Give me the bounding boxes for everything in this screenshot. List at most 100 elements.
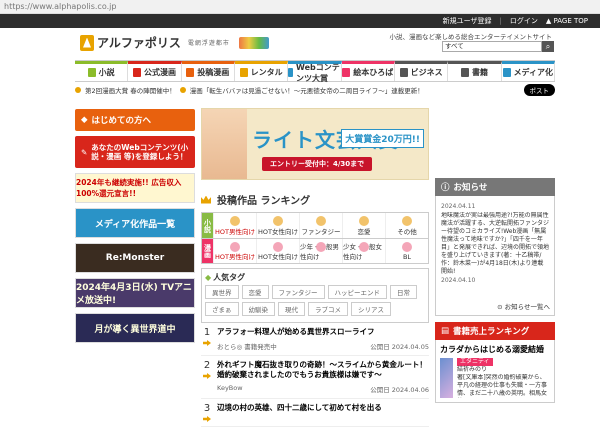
first-time-button[interactable]: ◆ はじめての方へ [75,109,195,131]
search-category-select[interactable]: すべて [442,41,542,52]
tag-row: 異世界 恋愛 ファンタジー ハッピーエンド 日常 [205,285,425,299]
nav-item-8[interactable]: メディア化 [501,61,555,81]
tag-link[interactable]: 恋愛 [241,285,269,299]
news-date: 2024.04.11 [441,203,476,210]
pagetop-link[interactable]: ▲ PAGE TOP [546,17,588,25]
ranking-tab[interactable]: HOT女性向け [256,213,299,238]
label-badge: エタニティ [456,358,493,366]
book-desc: 著[文庫本]突然の婚約破棄から、平凡の経理の仕事も失職・一方事情、まだ二十八歳の… [456,374,547,397]
nav-item-5[interactable]: 絵本ひろば [341,61,395,81]
ranking-tab[interactable]: 少女・一般女性向け [342,239,385,263]
nav-item-4[interactable]: Webコンテンツ大賞 [288,61,342,83]
genre-icon [316,216,326,226]
ranking-tab-label: BL [402,253,412,261]
ranking-tab[interactable]: BL [385,239,428,263]
news-text[interactable]: 地味魔法が実は最強用途?!万能の無属性魔法が活躍する、大逆転開拓ファンタジー待望… [441,212,549,274]
nav-icon [342,68,351,77]
nav-icon [288,68,294,77]
center-column: ライト文芸大賞 大賞賞金20万円!! エントリー受付中：4/30まで 投稿作品 … [201,108,429,427]
book-cover[interactable] [440,358,453,398]
x-post-button[interactable]: ポスト [523,84,555,96]
book-author[interactable]: 結祈みのり [457,366,550,374]
notice-link-2[interactable]: 漫画「転生ババァは見過ごせない！〜元悪徳女帝の二周目ライフ〜」連載更新！ [190,85,424,95]
media-list-banner[interactable]: メディア化作品一覧 [75,208,195,238]
tag-link[interactable]: ファンタジー [271,285,325,299]
light-novel-award-banner[interactable]: ライト文芸大賞 大賞賞金20万円!! エントリー受付中：4/30まで [201,108,429,180]
popular-tags: ◆ 人気タグ 異世界 恋愛 ファンタジー ハッピーエンド 日常 ざまぁ 幼馴染 現代 ラブコメ シリ… [201,268,429,323]
banner-illustration [202,109,247,179]
work-title[interactable]: アラフォー料理人が始める異世界スローライフ [217,327,429,337]
site-header: アルファポリス 電網浮遊都市 小説、漫画など楽しめる総合エンターテイメントサイト… [0,28,600,58]
tag-icon: ◆ [205,273,212,282]
info-icon: ⓘ [441,183,450,193]
tag-link[interactable]: ハッピーエンド [327,285,387,299]
tag-link[interactable]: ラブコメ [308,302,348,316]
ranking-tab[interactable]: ファンタジー [299,213,342,238]
genre-icon [273,242,283,252]
work-meta: KeyBow 公開日 2024.04.06 [217,384,429,394]
nav-label: ビジネス [410,68,443,77]
genre-icon [359,216,369,226]
nav-item-7[interactable]: 書籍 [448,61,502,81]
news-more-link[interactable]: ⊙ お知らせ一覧へ [497,301,550,311]
login-link[interactable]: ログイン [510,16,538,26]
tag-link[interactable]: 日常 [390,285,417,299]
rank-up-icon [203,416,211,422]
work-title[interactable]: 辺境の村の英雄、四十二歳にして初めて村を出る [217,403,429,413]
site-tagline: 小説、漫画など楽しめる総合エンターテイメントサイト [389,33,553,41]
nav-item-3[interactable]: レンタル [234,61,289,81]
register-content-button[interactable]: ✎ あなたのWebコンテンツ(小説・漫画 等)を登録しよう！ [75,136,195,168]
nav-label: メディア化 [513,68,554,77]
rank-number: 1 [201,327,213,351]
work-author[interactable]: KeyBow [217,384,243,394]
nav-item-0[interactable]: 小説 [75,61,129,81]
rank-number: 2 [201,360,213,394]
ranking-heading: 投稿作品 ランキング [201,192,429,212]
anime-banner[interactable]: 2024年4月3日(水) TVアニメ放送中! [75,278,195,308]
tags-heading: ◆ 人気タグ [205,272,425,283]
ranking-tab[interactable]: HOT男性向け [213,213,256,238]
ranking-tab[interactable]: HOT女性向け [256,239,299,263]
site-logo[interactable]: アルファポリス 電網浮遊都市 [80,34,269,51]
nav-item-6[interactable]: ビジネス [394,61,449,81]
tag-link[interactable]: 幼馴染 [241,302,275,316]
rank-number-text: 3 [203,403,211,414]
sales-info: エタニティ 結祈みのり 著[文庫本]突然の婚約破棄から、平凡の経理の仕事も失職・… [456,358,550,398]
novel-tab-row: 小説 HOT男性向け HOT女性向け ファンタジー 恋愛 その他 [202,213,428,238]
sales-book-title[interactable]: カラダからはじめる溺愛結婚 [440,344,550,355]
nav-icon [239,68,248,77]
search-button[interactable]: ⌕ [542,41,554,52]
tag-link[interactable]: 異世界 [205,285,239,299]
url-bar[interactable]: https://www.alphapolis.co.jp [0,0,600,14]
nav-item-1[interactable]: 公式漫画 [128,61,182,81]
work-author[interactable]: おとら◎ 書籍発売中 [217,341,277,351]
work-title[interactable]: 外れギフト魔石抜き取りの奇跡！～スライムから黄金ルート！婚約破棄されましたのでも… [217,360,429,380]
tag-link[interactable]: シリアス [351,302,391,316]
genre-icon [402,242,412,252]
first-time-label: はじめての方へ [91,116,152,126]
ranking-tab[interactable]: 少年・一般男性向け [299,239,342,263]
ranking-item: 2 外れギフト魔石抜き取りの奇跡！～スライムから黄金ルート！婚約破棄されましたので… [201,356,429,399]
ranking-tab[interactable]: 恋愛 [342,213,385,238]
register-content-label: あなたのWebコンテンツ(小説・漫画 等)を登録しよう！ [91,143,189,161]
notice-link-1[interactable]: 第2回漫画大賞 春の陣開催中！ [85,85,176,95]
pencil-icon: ✎ [81,147,88,157]
tsukimichi-banner[interactable]: 月が導く異世界道中 [75,313,195,343]
ranking-tab[interactable]: HOT男性向け [213,239,256,263]
nav-item-2[interactable]: 投稿漫画 [181,61,235,81]
right-column: ⓘ お知らせ 2024.04.11 地味魔法が実は最強用途?!万能の無属性魔法が活… [435,178,555,403]
tag-link[interactable]: 現代 [278,302,305,316]
logo-illustration [238,36,269,49]
re-monster-banner[interactable]: Re:Monster [75,243,195,273]
news-title: お知らせ [453,183,488,193]
ranking-tab[interactable]: その他 [385,213,428,238]
sales-title: 書籍売上ランキング [453,327,530,337]
nav-icon [186,68,195,77]
ad-revenue-banner[interactable]: 2024年も継続実施!! 広告収入100%還元宣言!! [75,173,195,203]
tag-link[interactable]: ざまぁ [205,302,239,316]
nav-label: 投稿漫画 [197,68,230,77]
rank-body: アラフォー料理人が始める異世界スローライフ おとら◎ 書籍発売中 公開日 2024.… [217,327,429,351]
manga-row-label: 漫画 [202,239,213,263]
sales-item: エタニティ 結祈みのり 著[文庫本]突然の婚約破棄から、平凡の経理の仕事も失職・… [440,358,550,398]
register-link[interactable]: 新規ユーザ登録 [443,16,492,26]
